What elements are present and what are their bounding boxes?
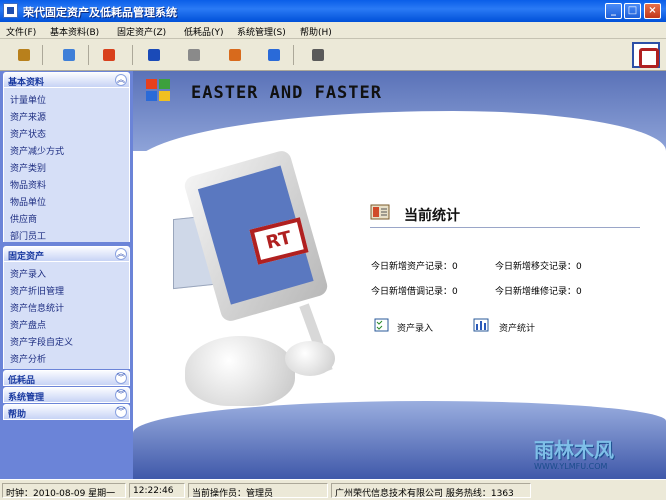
status-clock: 时钟：2010-08-09 星期一: [2, 483, 126, 498]
sidebar-header-label: 系统管理: [8, 393, 45, 403]
stat-label: 今日新增维修记录：: [495, 287, 577, 297]
chevron-up-icon[interactable]: ︽: [115, 74, 127, 86]
menu-consumables[interactable]: 低耗品(Y): [184, 25, 224, 38]
sidebar-item-depreciation[interactable]: 资产折旧管理: [10, 284, 64, 297]
stat-new-assets: 今日新增资产记录：0: [371, 259, 458, 272]
sidebar-header-label: 帮助: [8, 410, 27, 420]
menu-bar: 文件(F) 基本资料(B) 固定资产(Z) 低耗品(Y) 系统管理(S) 帮助(…: [0, 22, 666, 39]
sidebar-item-asset-stats[interactable]: 资产信息统计: [10, 301, 64, 314]
brand-slogan: EASTER AND FASTER: [191, 83, 382, 103]
home-icon[interactable]: [227, 47, 243, 63]
sidebar-header-label: 固定资产: [8, 252, 45, 262]
sidebar-header-consumables[interactable]: 低耗品 ︾: [3, 370, 130, 386]
statistics-book-icon: [370, 204, 390, 220]
status-company: 广州荣代信息技术有限公司 服务热线：1363: [331, 483, 531, 498]
sidebar-header-basic-data[interactable]: 基本资料 ︽: [3, 72, 130, 88]
statistics-divider: [370, 227, 640, 228]
sidebar-item-supplier[interactable]: 供应商: [10, 212, 37, 225]
title-bar[interactable]: 荣代固定资产及低耗品管理系统 _ □ ×: [0, 0, 666, 22]
illustration-base-small: [285, 341, 335, 376]
help-icon[interactable]: [266, 47, 282, 63]
users-icon[interactable]: [61, 47, 77, 63]
status-operator: 当前操作员：管理员: [188, 483, 328, 498]
stat-value: 0: [452, 262, 458, 272]
watermark-url: WWW.YLMFU.COM: [534, 462, 608, 471]
toolbar-separator: [42, 45, 43, 65]
sidebar-header-help[interactable]: 帮助 ︾: [3, 404, 130, 420]
sidebar-header-fixed-assets[interactable]: 固定资产 ︽: [3, 246, 130, 262]
sidebar-header-label: 基本资料: [8, 78, 45, 88]
checklist-icon[interactable]: [374, 318, 390, 332]
pencil-icon[interactable]: [101, 47, 117, 63]
rt-logo-icon: [632, 42, 660, 68]
status-time: 12:22:46: [129, 483, 185, 498]
watermark: 雨林木风 WWW.YLMFU.COM: [530, 432, 664, 478]
sidebar-header-label: 低耗品: [8, 376, 36, 386]
bar-chart-icon[interactable]: [473, 318, 489, 332]
stat-value: 0: [452, 287, 458, 297]
main-panel: EASTER AND FASTER RT 当前统计 今日新增资产记录：0 今日新…: [133, 71, 666, 479]
maximize-button[interactable]: □: [624, 3, 641, 19]
sidebar-item-staff[interactable]: 部门员工: [10, 229, 46, 242]
sidebar: 基本资料 ︽ 计量单位 资产来源 资产状态 资产减少方式 资产类别 物品资料 物…: [0, 71, 133, 479]
exit-icon[interactable]: [310, 47, 326, 63]
status-bar: 时钟：2010-08-09 星期一 12:22:46 当前操作员：管理员 广州荣…: [0, 479, 666, 500]
sidebar-item-unit[interactable]: 计量单位: [10, 93, 46, 106]
chevron-down-icon[interactable]: ︾: [115, 372, 127, 384]
watermark-title: 雨林木风: [534, 438, 614, 462]
close-button[interactable]: ×: [644, 3, 661, 19]
chevron-down-icon[interactable]: ︾: [115, 389, 127, 401]
menu-system[interactable]: 系统管理(S): [237, 25, 286, 38]
stat-new-repairs: 今日新增维修记录：0: [495, 284, 582, 297]
stat-new-loans: 今日新增借调记录：0: [371, 284, 458, 297]
asset-entry-link[interactable]: 资产录入: [397, 321, 433, 334]
statistics-title: 当前统计: [404, 208, 460, 224]
illustration-base: [185, 336, 295, 406]
sidebar-item-status[interactable]: 资产状态: [10, 127, 46, 140]
window-title: 荣代固定资产及低耗品管理系统: [23, 6, 177, 19]
stat-label: 今日新增资产记录：: [371, 262, 453, 272]
menu-help[interactable]: 帮助(H): [300, 25, 332, 38]
sidebar-item-analysis[interactable]: 资产分析: [10, 352, 46, 365]
stat-value: 0: [576, 287, 582, 297]
app-icon[interactable]: [3, 3, 18, 18]
toolbar-separator: [88, 45, 89, 65]
toolbar-separator: [132, 45, 133, 65]
menu-fixed-assets[interactable]: 固定资产(Z): [117, 25, 166, 38]
asset-statistics-link[interactable]: 资产统计: [499, 321, 535, 334]
stat-value: 0: [576, 262, 582, 272]
sidebar-item-reduction[interactable]: 资产减少方式: [10, 144, 64, 157]
sidebar-item-category[interactable]: 资产类别: [10, 161, 46, 174]
document-icon[interactable]: [186, 47, 202, 63]
toolbar: [0, 39, 666, 71]
toolbar-separator: [293, 45, 294, 65]
sidebar-item-inventory[interactable]: 资产盘点: [10, 318, 46, 331]
windows-logo-icon: [146, 79, 172, 103]
database-icon[interactable]: [16, 47, 32, 63]
sidebar-panel-fixed-assets: 资产录入 资产折旧管理 资产信息统计 资产盘点 资产字段自定义 资产分析: [3, 262, 130, 369]
sidebar-item-asset-entry[interactable]: 资产录入: [10, 267, 46, 280]
stat-label: 今日新增移交记录：: [495, 262, 577, 272]
stat-label: 今日新增借调记录：: [371, 287, 453, 297]
chevron-up-icon[interactable]: ︽: [115, 248, 127, 260]
calculator-icon[interactable]: [146, 47, 162, 63]
sidebar-header-system[interactable]: 系统管理 ︾: [3, 387, 130, 403]
sidebar-panel-basic-data: 计量单位 资产来源 资产状态 资产减少方式 资产类别 物品资料 物品单位 供应商…: [3, 88, 130, 242]
sidebar-item-source[interactable]: 资产来源: [10, 110, 46, 123]
minimize-button[interactable]: _: [605, 3, 622, 19]
sidebar-item-goods[interactable]: 物品资料: [10, 178, 46, 191]
sidebar-item-goods-unit[interactable]: 物品单位: [10, 195, 46, 208]
menu-basic-data[interactable]: 基本资料(B): [50, 25, 99, 38]
stat-new-transfers: 今日新增移交记录：0: [495, 259, 582, 272]
chevron-down-icon[interactable]: ︾: [115, 406, 127, 418]
menu-file[interactable]: 文件(F): [6, 25, 36, 38]
sidebar-item-custom-fields[interactable]: 资产字段自定义: [10, 335, 73, 348]
